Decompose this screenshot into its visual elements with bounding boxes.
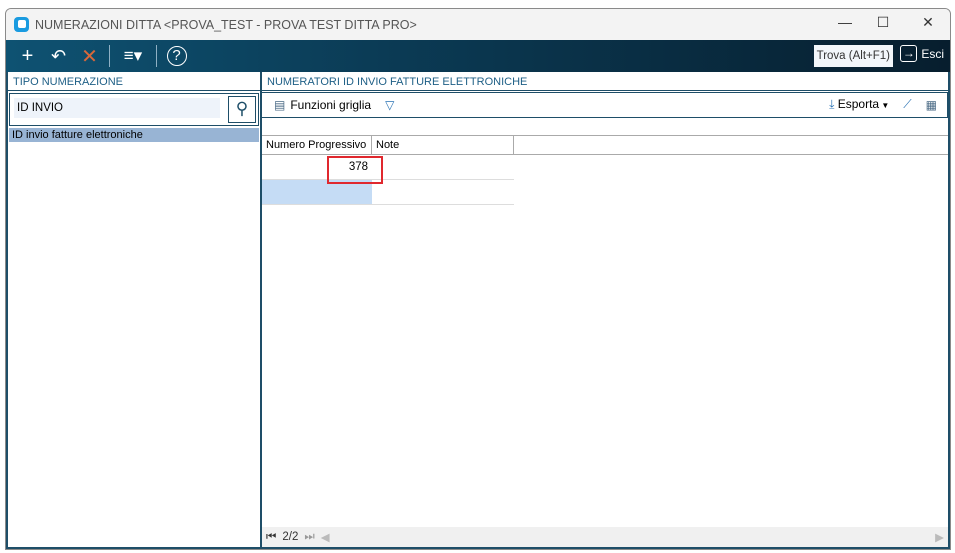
highlight-box bbox=[327, 156, 383, 184]
minimize-button[interactable]: — bbox=[835, 14, 855, 30]
window-title: NUMERAZIONI DITTA <PROVA_TEST - PROVA TE… bbox=[35, 17, 417, 32]
table-row[interactable]: 378 bbox=[262, 155, 948, 184]
find-button[interactable]: Trova (Alt+F1) bbox=[813, 45, 893, 67]
search-box: ⚲ bbox=[9, 93, 259, 126]
app-icon bbox=[14, 17, 29, 32]
chart-icon[interactable]: ⟋ bbox=[903, 97, 911, 112]
scroll-right-icon[interactable]: ▶ bbox=[935, 530, 944, 544]
cell-note-new[interactable] bbox=[372, 180, 514, 205]
menu-dropdown-icon[interactable]: ≡▾ bbox=[114, 46, 152, 66]
separator bbox=[156, 45, 157, 67]
data-grid: Numero Progressivo Note 378 bbox=[262, 135, 948, 205]
maximize-button[interactable]: ☐ bbox=[873, 14, 893, 31]
right-panel-header: NUMERATORI ID INVIO FATTURE ELETTRONICHE bbox=[262, 72, 948, 91]
scroll-left-icon[interactable]: ◀ bbox=[321, 530, 330, 544]
grid-functions-button[interactable]: Funzioni griglia bbox=[290, 98, 371, 112]
exit-icon: → bbox=[900, 45, 918, 62]
search-button[interactable]: ⚲ bbox=[228, 96, 256, 123]
grid-functions-icon[interactable]: ▤ bbox=[274, 98, 285, 112]
list-item[interactable]: ID invio fatture elettroniche bbox=[9, 128, 259, 142]
search-input[interactable] bbox=[14, 98, 220, 118]
window: NUMERAZIONI DITTA <PROVA_TEST - PROVA TE… bbox=[5, 8, 951, 550]
exit-label: Esci bbox=[921, 46, 944, 61]
download-icon: ⤓ bbox=[829, 97, 835, 111]
toolbar: + ↶ ✕ ≡▾ ? Trova (Alt+F1) → Esci bbox=[6, 40, 950, 72]
grid-footer: ⏮ 2/2 ⏭ ◀ ▶ bbox=[262, 527, 948, 547]
grid-header: Numero Progressivo Note bbox=[262, 135, 948, 155]
grid-toolbar: ▤ Funzioni griglia ▽ ⤓ Esporta ▼ ⟋ ▦ bbox=[262, 92, 948, 118]
right-panel: NUMERATORI ID INVIO FATTURE ELETTRONICHE… bbox=[262, 72, 950, 549]
export-label: Esporta bbox=[837, 97, 880, 111]
cell-numero[interactable]: 378 bbox=[262, 155, 383, 184]
cell-note[interactable] bbox=[372, 155, 514, 180]
add-icon[interactable]: + bbox=[12, 45, 43, 68]
left-panel: TIPO NUMERAZIONE ⚲ ID invio fatture elet… bbox=[6, 72, 262, 549]
page-indicator: 2/2 bbox=[282, 531, 299, 543]
help-icon[interactable]: ? bbox=[161, 46, 192, 66]
undo-icon[interactable]: ↶ bbox=[43, 46, 74, 67]
first-page-icon[interactable]: ⏮ bbox=[266, 531, 276, 544]
title-bar: NUMERAZIONI DITTA <PROVA_TEST - PROVA TE… bbox=[6, 9, 950, 40]
column-header-numero[interactable]: Numero Progressivo bbox=[262, 136, 372, 154]
delete-icon[interactable]: ✕ bbox=[74, 44, 105, 69]
close-button[interactable]: ✕ bbox=[918, 14, 938, 31]
grid-layout-icon[interactable]: ▦ bbox=[926, 98, 937, 112]
exit-button[interactable]: → Esci bbox=[900, 45, 944, 62]
last-page-icon[interactable]: ⏭ bbox=[304, 531, 314, 544]
left-panel-header: TIPO NUMERAZIONE bbox=[8, 72, 260, 91]
export-button[interactable]: ⤓ Esporta ▼ bbox=[829, 97, 889, 112]
separator bbox=[109, 45, 110, 67]
column-header-note[interactable]: Note bbox=[372, 136, 514, 154]
filter-icon[interactable]: ▽ bbox=[385, 98, 394, 112]
